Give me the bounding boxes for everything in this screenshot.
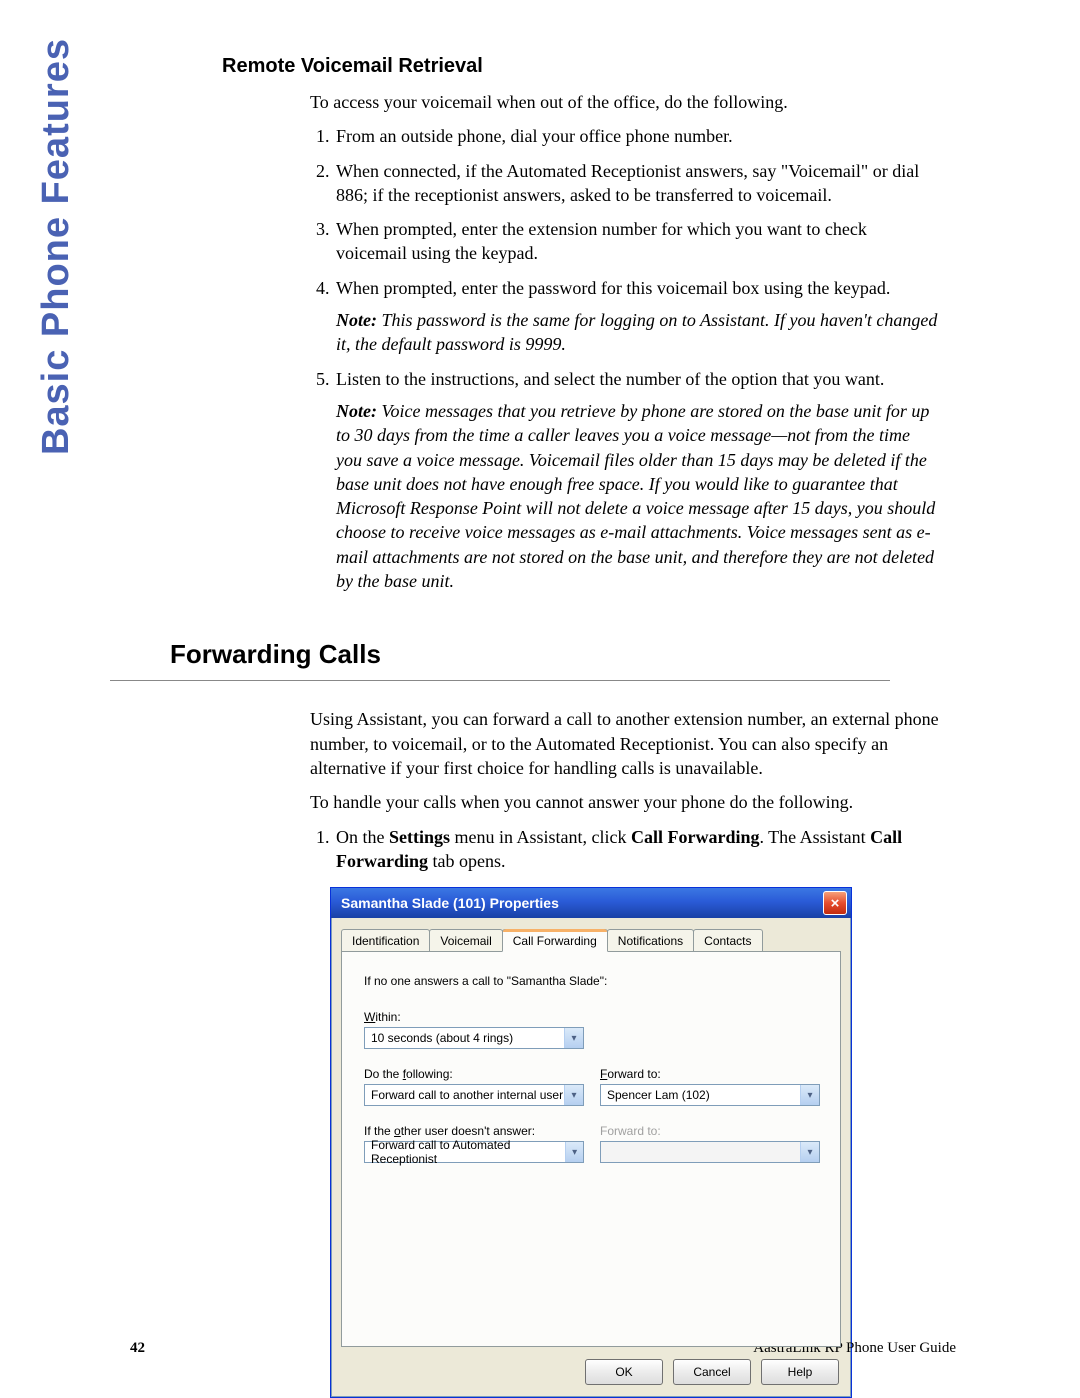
rv-note-4-lead: Note: (336, 310, 377, 330)
within-select[interactable]: 10 seconds (about 4 rings) ▾ (364, 1027, 584, 1049)
fwd-s1-d: Call Forwarding (631, 827, 760, 847)
page-number: 42 (130, 1340, 145, 1357)
tab-contacts[interactable]: Contacts (693, 929, 762, 952)
heading-forwarding-calls: Forwarding Calls (170, 639, 940, 674)
heading-remote-voicemail: Remote Voicemail Retrieval (222, 55, 940, 78)
within-label: Within: (364, 1010, 818, 1024)
rv-note-5-lead: Note: (336, 401, 377, 421)
fwd-s1-a: On the (336, 827, 389, 847)
other-label-u: o (394, 1124, 401, 1138)
forward-to-select-2: ▾ (600, 1141, 820, 1163)
tab-identification[interactable]: Identification (341, 929, 430, 952)
fwd-s1-b: Settings (389, 827, 450, 847)
other-label-post: ther user doesn't answer: (401, 1124, 535, 1138)
content-area: Remote Voicemail Retrieval To access you… (170, 55, 940, 1398)
fwd-step-1: On the Settings menu in Assistant, click… (334, 825, 940, 874)
rv-step-1: From an outside phone, dial your office … (334, 124, 940, 148)
forward-to-label-2: Forward to: (600, 1124, 820, 1138)
dialog-screenshot: Samantha Slade (101) Properties × Identi… (330, 887, 940, 1398)
rv-note-5: Note: Voice messages that you retrieve b… (336, 399, 940, 593)
fwd-p1: Using Assistant, you can forward a call … (310, 707, 940, 780)
forward-to-label-1: Forward to: (600, 1067, 820, 1081)
rv-step-3: When prompted, enter the extension numbe… (334, 217, 940, 266)
do-label-post: ollowing: (406, 1067, 453, 1081)
fwd-s1-c: menu in Assistant, click (450, 827, 631, 847)
remote-voicemail-body: To access your voicemail when out of the… (310, 90, 940, 593)
do-label-pre: Do the (364, 1067, 403, 1081)
prompt-label: If no one answers a call to "Samantha Sl… (364, 974, 818, 988)
tab-notifications[interactable]: Notifications (607, 929, 694, 952)
dialog-button-row: OK Cancel Help (331, 1353, 851, 1397)
cancel-button[interactable]: Cancel (673, 1359, 751, 1385)
chevron-down-icon: ▾ (564, 1028, 583, 1048)
do-following-value: Forward call to another internal user (371, 1088, 563, 1102)
forward-to-value-1: Spencer Lam (102) (607, 1088, 710, 1102)
close-icon: × (831, 896, 840, 911)
within-label-u: W (364, 1010, 375, 1024)
dialog-tabs: Identification Voicemail Call Forwarding… (331, 918, 851, 951)
do-following-label: Do the following: (364, 1067, 584, 1081)
tab-panel-call-forwarding: If no one answers a call to "Samantha Sl… (341, 951, 841, 1347)
side-tab-title-text: Basic Phone Features (35, 38, 78, 455)
other-user-label: If the other user doesn't answer: (364, 1124, 584, 1138)
fwd-p2: To handle your calls when you cannot ans… (310, 790, 940, 814)
tab-voicemail[interactable]: Voicemail (429, 929, 502, 952)
rv-note-5-text: Voice messages that you retrieve by phon… (336, 401, 935, 591)
section-divider (110, 680, 890, 681)
properties-dialog: Samantha Slade (101) Properties × Identi… (330, 887, 852, 1398)
fwd-steps: On the Settings menu in Assistant, click… (310, 825, 940, 874)
fwd-s1-g: tab opens. (428, 851, 505, 871)
rv-steps: From an outside phone, dial your office … (310, 124, 940, 593)
fwd-s1-e: . The Assistant (760, 827, 871, 847)
chevron-down-icon: ▾ (564, 1085, 583, 1105)
rv-note-4-text: This password is the same for logging on… (336, 310, 937, 354)
rv-step-4: When prompted, enter the password for th… (334, 276, 940, 357)
chevron-down-icon: ▾ (800, 1142, 819, 1162)
rv-step-5-text: Listen to the instructions, and select t… (336, 369, 884, 389)
do-following-select[interactable]: Forward call to another internal user ▾ (364, 1084, 584, 1106)
within-value: 10 seconds (about 4 rings) (371, 1031, 513, 1045)
rv-step-2: When connected, if the Automated Recepti… (334, 159, 940, 208)
page: Basic Phone Features Remote Voicemail Re… (0, 0, 1080, 1397)
ok-button[interactable]: OK (585, 1359, 663, 1385)
dialog-title: Samantha Slade (101) Properties (341, 895, 559, 911)
rv-note-4: Note: This password is the same for logg… (336, 308, 940, 357)
forward-to-select-1[interactable]: Spencer Lam (102) ▾ (600, 1084, 820, 1106)
rv-step-4-text: When prompted, enter the password for th… (336, 278, 890, 298)
close-button[interactable]: × (823, 891, 847, 915)
within-label-rest: ithin: (375, 1010, 400, 1024)
side-tab-title: Basic Phone Features (35, 0, 78, 38)
rv-step-5: Listen to the instructions, and select t… (334, 367, 940, 594)
other-user-select[interactable]: Forward call to Automated Receptionist ▾ (364, 1141, 584, 1163)
tab-call-forwarding[interactable]: Call Forwarding (502, 929, 608, 952)
fwd1-label-rest: orward to: (607, 1067, 660, 1081)
other-label-pre: If the (364, 1124, 394, 1138)
forwarding-body: Using Assistant, you can forward a call … (310, 707, 940, 873)
help-button[interactable]: Help (761, 1359, 839, 1385)
other-user-value: Forward call to Automated Receptionist (371, 1138, 565, 1166)
chevron-down-icon: ▾ (800, 1085, 819, 1105)
dialog-titlebar[interactable]: Samantha Slade (101) Properties × (331, 888, 851, 918)
chevron-down-icon: ▾ (565, 1142, 583, 1162)
rv-intro: To access your voicemail when out of the… (310, 90, 940, 114)
